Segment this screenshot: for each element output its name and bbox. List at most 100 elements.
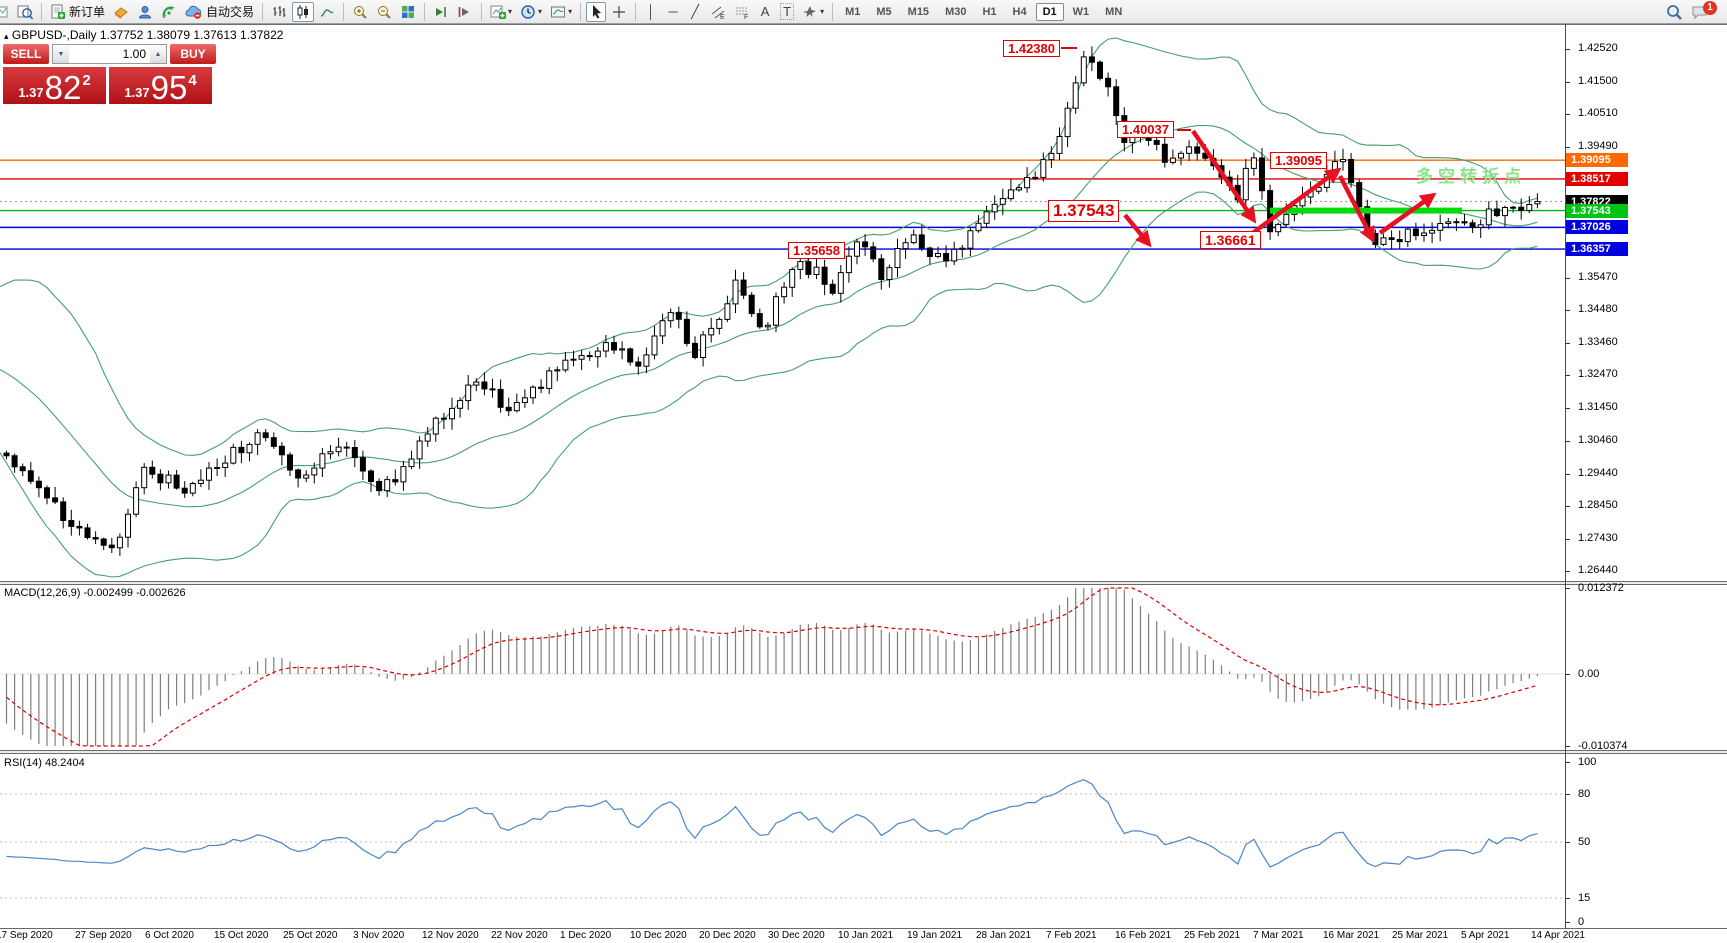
price-chart-pane[interactable]: [0, 24, 1565, 581]
buy-button[interactable]: BUY: [170, 44, 216, 64]
timeframe-D1[interactable]: D1: [1036, 3, 1064, 21]
one-click-collapse-icon[interactable]: ▴: [4, 31, 9, 41]
fibonacci-tool-icon[interactable]: F: [731, 2, 753, 22]
timeframe-M15[interactable]: M15: [901, 3, 936, 21]
trade-panel-quotes: 1.37822 1.37954: [3, 67, 216, 104]
templates-icon[interactable]: ▾: [547, 2, 575, 22]
channel-tool-icon[interactable]: E: [707, 2, 729, 22]
horizontal-line-tool-icon[interactable]: ─: [663, 2, 683, 22]
sell-quote[interactable]: 1.37822: [3, 67, 106, 104]
text-tool-icon[interactable]: A: [755, 2, 775, 22]
buy-quote[interactable]: 1.37954: [109, 67, 212, 104]
notification-badge[interactable]: 1: [1703, 1, 1717, 15]
separator: [41, 3, 42, 21]
zoom-in-icon[interactable]: [349, 2, 371, 22]
timeframe-M5[interactable]: M5: [869, 3, 898, 21]
separator: [343, 3, 344, 21]
community-icon[interactable]: [134, 2, 156, 22]
price-annotation[interactable]: 1.36661: [1200, 231, 1261, 249]
crosshair-tool-icon[interactable]: [608, 2, 630, 22]
one-click-trade-panel: SELL ▼ ▲ BUY 1.37822 1.37954: [3, 44, 216, 104]
price-level-badge: 1.36357: [1566, 242, 1628, 256]
bar-chart-type-icon[interactable]: [268, 2, 290, 22]
timeframe-M30[interactable]: M30: [938, 3, 973, 21]
market-watch-icon[interactable]: [14, 2, 36, 22]
rsi-tick-label: 50: [1578, 836, 1590, 848]
price-annotation[interactable]: 1.42380: [1003, 40, 1060, 57]
timeframe-W1[interactable]: W1: [1066, 3, 1097, 21]
symbol-title: GBPUSD-,Daily: [12, 28, 97, 42]
cursor-tool-icon[interactable]: [586, 2, 606, 22]
separator: [832, 3, 833, 21]
date-label: 25 Mar 2021: [1392, 930, 1448, 941]
trendline-tool-icon[interactable]: ╱: [685, 2, 705, 22]
package-icon[interactable]: [110, 2, 132, 22]
axis-tick-label: 1.41500: [1578, 75, 1618, 87]
separator: [424, 3, 425, 21]
rsi-tick-label: 80: [1578, 788, 1590, 800]
signals-icon[interactable]: [158, 2, 180, 22]
date-label: 20 Dec 2020: [699, 930, 756, 941]
new-order-label: 新订单: [69, 3, 105, 20]
price-annotation[interactable]: 1.35658: [788, 242, 845, 259]
date-label: 5 Apr 2021: [1461, 930, 1509, 941]
date-label: 10 Dec 2020: [630, 930, 687, 941]
timeframe-M1[interactable]: M1: [838, 3, 867, 21]
chart-shift-icon[interactable]: [454, 2, 476, 22]
timeframe-MN[interactable]: MN: [1098, 3, 1129, 21]
text-label-tool-icon[interactable]: T: [777, 2, 797, 22]
price-annotation[interactable]: 1.37543: [1048, 200, 1119, 222]
candlestick-type-icon[interactable]: [292, 2, 314, 22]
rsi-tick-label: 100: [1578, 756, 1596, 768]
auto-trading-label: 自动交易: [206, 3, 254, 20]
chat-icon[interactable]: 1: [1688, 2, 1720, 22]
macd-pane[interactable]: [0, 585, 1565, 750]
volume-decrease-button[interactable]: ▼: [53, 45, 69, 63]
date-label: 15 Oct 2020: [214, 930, 268, 941]
rsi-pane[interactable]: [0, 754, 1565, 928]
new-order-button[interactable]: 新订单: [47, 2, 108, 22]
date-label: 30 Dec 2020: [768, 930, 825, 941]
volume-input[interactable]: [69, 45, 150, 63]
axis-tick-label: 1.34480: [1578, 303, 1618, 315]
axis-tick: [1565, 147, 1570, 148]
arrows-tool-icon[interactable]: ▾: [799, 2, 827, 22]
ohlc-values: 1.37752 1.38079 1.37613 1.37822: [100, 28, 284, 42]
clipped-icon: [0, 2, 12, 22]
timeframe-H4[interactable]: H4: [1006, 3, 1034, 21]
date-label: 25 Oct 2020: [283, 930, 337, 941]
tile-windows-icon[interactable]: [397, 2, 419, 22]
date-label: 22 Nov 2020: [491, 930, 548, 941]
price-annotation[interactable]: 1.40037: [1117, 121, 1174, 138]
axis-tick: [1565, 794, 1570, 795]
separator: [635, 3, 636, 21]
axis-tick: [1565, 898, 1570, 899]
line-chart-type-icon[interactable]: [316, 2, 338, 22]
trend-note-text[interactable]: 多空转折点: [1416, 162, 1526, 187]
date-label: 7 Mar 2021: [1253, 930, 1304, 941]
separator: [262, 3, 263, 21]
auto-trading-button[interactable]: 自动交易: [182, 2, 257, 22]
chevron-down-icon: ▾: [820, 7, 824, 16]
svg-text:F: F: [744, 14, 748, 20]
date-label: 28 Jan 2021: [976, 930, 1031, 941]
axis-tick-label: 1.30460: [1578, 434, 1618, 446]
sell-button[interactable]: SELL: [3, 44, 49, 64]
volume-increase-button[interactable]: ▲: [150, 45, 166, 63]
search-icon[interactable]: [1662, 2, 1686, 22]
axis-tick: [1565, 474, 1570, 475]
axis-tick: [1565, 441, 1570, 442]
periods-icon[interactable]: ▾: [517, 2, 545, 22]
date-label: 17 Sep 2020: [0, 930, 53, 941]
zoom-out-icon[interactable]: [373, 2, 395, 22]
indicators-add-icon[interactable]: ▾: [487, 2, 515, 22]
rsi-label: RSI(14) 48.2404: [4, 757, 85, 769]
auto-scroll-icon[interactable]: [430, 2, 452, 22]
macd-tick-label: 0.00: [1578, 668, 1599, 680]
axis-tick: [1565, 571, 1570, 572]
axis-tick-label: 1.33460: [1578, 336, 1618, 348]
price-annotation[interactable]: 1.39095: [1270, 152, 1327, 169]
axis-tick: [1565, 746, 1570, 747]
timeframe-H1[interactable]: H1: [975, 3, 1003, 21]
vertical-line-tool-icon[interactable]: │: [641, 2, 661, 22]
